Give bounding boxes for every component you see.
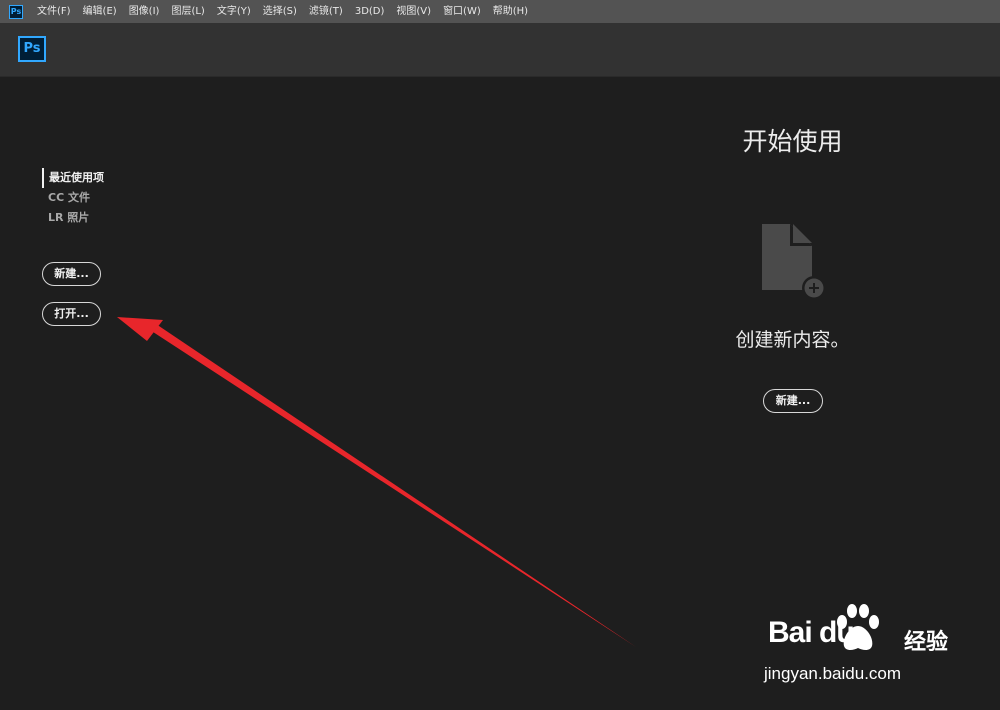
watermark-jingyan: 经验 <box>904 630 949 655</box>
menu-edit[interactable]: 编辑(E) <box>77 0 123 23</box>
menu-3d[interactable]: 3D(D) <box>349 0 391 23</box>
get-started-title: 开始使用 <box>742 127 843 156</box>
menu-bar: Ps 文件(F) 编辑(E) 图像(I) 图层(L) 文字(Y) 选择(S) 滤… <box>0 0 1000 23</box>
create-new-content-text: 创建新内容。 <box>735 329 850 351</box>
open-button[interactable]: 打开... <box>42 302 101 326</box>
watermark-url: jingyan.baidu.com <box>764 664 902 683</box>
new-button[interactable]: 新建... <box>42 262 101 286</box>
menu-help[interactable]: 帮助(H) <box>487 0 534 23</box>
new-button-right[interactable]: 新建... <box>763 389 823 413</box>
left-nav: 最近使用项 CC 文件 LR 照片 <box>42 168 104 228</box>
menu-image[interactable]: 图像(I) <box>123 0 166 23</box>
menu-type[interactable]: 文字(Y) <box>211 0 257 23</box>
nav-item-cc-files[interactable]: CC 文件 <box>42 188 104 208</box>
header-bar: Ps <box>0 23 1000 77</box>
menu-file[interactable]: 文件(F) <box>31 0 77 23</box>
baidu-watermark: Bai du 经验 jingyan.baidu.com <box>762 602 962 692</box>
menu-select[interactable]: 选择(S) <box>257 0 303 23</box>
photoshop-start-screen: Ps 文件(F) 编辑(E) 图像(I) 图层(L) 文字(Y) 选择(S) 滤… <box>0 0 1000 710</box>
menu-view[interactable]: 视图(V) <box>390 0 437 23</box>
menu-layer[interactable]: 图层(L) <box>165 0 210 23</box>
nav-item-recent[interactable]: 最近使用项 <box>42 168 104 188</box>
menu-filter[interactable]: 滤镜(T) <box>303 0 349 23</box>
new-document-icon <box>762 224 826 300</box>
baidu-paw-icon <box>837 604 879 650</box>
photoshop-app-icon[interactable]: Ps <box>9 4 23 19</box>
menu-window[interactable]: 窗口(W) <box>437 0 487 23</box>
nav-item-lr-photos[interactable]: LR 照片 <box>42 208 104 228</box>
ps-logo: Ps <box>18 36 46 62</box>
